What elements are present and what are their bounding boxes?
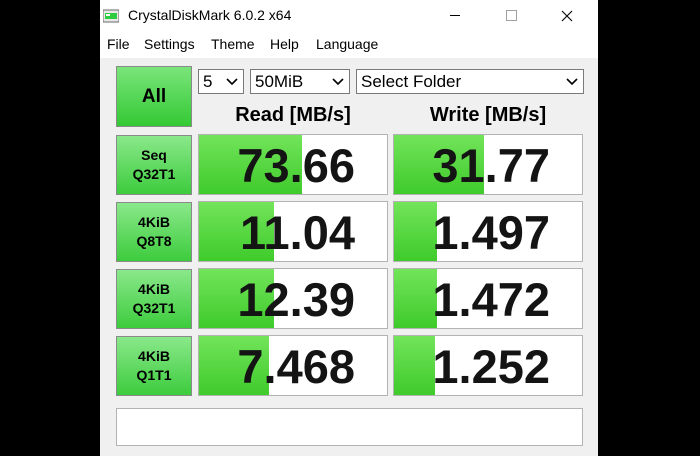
test-label-line2: Q32T1 <box>132 300 176 316</box>
4kib-q32t1-button[interactable]: 4KiB Q32T1 <box>116 269 192 329</box>
test-size-value: 50MiB <box>255 72 304 91</box>
read-value: 73.66 <box>237 139 355 192</box>
test-label-line2: Q32T1 <box>132 166 176 182</box>
folder-select[interactable]: Select Folder <box>356 69 584 94</box>
maximize-button[interactable] <box>488 0 534 31</box>
write-result-cell: 1.472 <box>393 268 583 329</box>
title-bar[interactable]: CrystalDiskMark 6.0.2 x64 <box>100 0 598 31</box>
write-result-cell: 1.497 <box>393 201 583 262</box>
test-label-line1: 4KiB <box>138 214 170 230</box>
close-button[interactable] <box>544 0 590 31</box>
comment-box[interactable] <box>116 408 583 446</box>
read-result-cell: 11.04 <box>198 201 388 262</box>
chevron-down-icon <box>566 78 578 86</box>
write-bar <box>394 336 436 395</box>
read-value: 11.04 <box>239 206 355 259</box>
test-count-select[interactable]: 5 <box>198 69 244 94</box>
write-bar <box>394 269 438 328</box>
menu-file[interactable]: File <box>107 36 130 52</box>
chevron-down-icon <box>226 78 238 86</box>
folder-value: Select Folder <box>361 72 462 91</box>
window-title: CrystalDiskMark 6.0.2 x64 <box>128 7 292 23</box>
menu-language[interactable]: Language <box>316 36 378 52</box>
all-button[interactable]: All <box>116 66 192 127</box>
write-header: Write [MB/s] <box>429 104 547 126</box>
4kib-q1t1-button[interactable]: 4KiB Q1T1 <box>116 336 192 396</box>
menu-settings[interactable]: Settings <box>144 36 195 52</box>
menu-bar: File Settings Theme Help Language <box>100 31 598 59</box>
read-value: 7.468 <box>237 340 355 393</box>
test-size-select[interactable]: 50MiB <box>250 69 350 94</box>
close-icon <box>561 10 573 21</box>
read-result-cell: 7.468 <box>198 335 388 396</box>
test-label-line1: Seq <box>141 147 167 163</box>
maximize-icon <box>505 10 517 21</box>
test-label-line1: 4KiB <box>138 348 170 364</box>
4kib-q8t8-button[interactable]: 4KiB Q8T8 <box>116 202 192 262</box>
read-result-cell: 73.66 <box>198 134 388 195</box>
menu-help[interactable]: Help <box>270 36 299 52</box>
read-result-cell: 12.39 <box>198 268 388 329</box>
minimize-icon <box>450 15 460 16</box>
app-disk-icon <box>103 9 119 23</box>
write-value: 1.252 <box>432 340 550 393</box>
write-result-cell: 1.252 <box>393 335 583 396</box>
minimize-button[interactable] <box>432 0 478 31</box>
write-bar <box>394 202 438 261</box>
write-value: 31.77 <box>432 139 550 192</box>
app-window: CrystalDiskMark 6.0.2 x64 File Settings … <box>100 0 598 456</box>
test-count-value: 5 <box>203 72 213 91</box>
seq-q32t1-button[interactable]: Seq Q32T1 <box>116 135 192 195</box>
write-result-cell: 31.77 <box>393 134 583 195</box>
write-value: 1.497 <box>432 206 550 259</box>
test-label-line2: Q8T8 <box>136 233 172 249</box>
menu-theme[interactable]: Theme <box>211 36 255 52</box>
read-value: 12.39 <box>237 273 355 326</box>
chevron-down-icon <box>332 78 344 86</box>
write-value: 1.472 <box>432 273 550 326</box>
test-label-line1: 4KiB <box>138 281 170 297</box>
test-label-line2: Q1T1 <box>136 367 172 383</box>
read-header: Read [MB/s] <box>235 104 351 126</box>
